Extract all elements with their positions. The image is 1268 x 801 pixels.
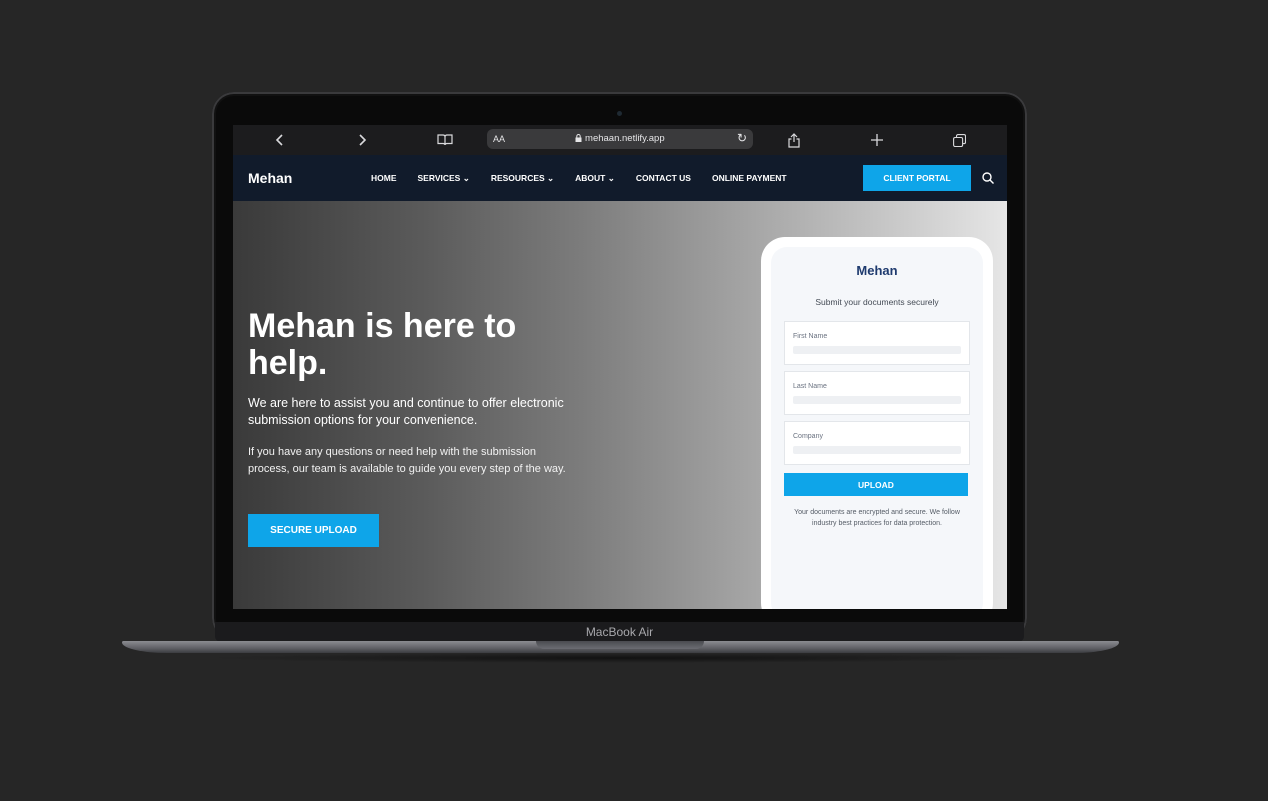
url-text: mehaan.netlify.app — [585, 133, 665, 144]
first-name-label: First Name — [793, 333, 828, 340]
nav-item-home[interactable]: HOME — [371, 173, 397, 184]
secure-upload-button[interactable]: SECURE UPLOAD — [248, 514, 379, 547]
hero-help-text: If you have any questions or need help w… — [248, 446, 566, 475]
form-logo: Mehan — [856, 263, 898, 278]
company-label: Company — [793, 433, 823, 440]
phone-mockup: Mehan Submit your documents securely Fir… — [761, 237, 993, 609]
nav-item-services[interactable]: SERVICES ⌄ — [418, 173, 470, 184]
nav-item-contact[interactable]: CONTACT US — [636, 173, 691, 184]
company-input[interactable] — [793, 446, 961, 454]
hero-title: Mehan is here to help. — [248, 307, 517, 382]
plus-icon[interactable] — [869, 130, 885, 150]
nav-menu: HOME SERVICES ⌄ RESOURCES ⌄ ABOUT ⌄ CONT… — [371, 173, 808, 184]
chevron-right-icon[interactable] — [355, 130, 369, 150]
security-note: Your documents are encrypted and secure.… — [794, 509, 960, 527]
form-subtitle: Submit your documents securely — [815, 297, 939, 307]
first-name-input[interactable] — [793, 346, 961, 354]
nav-item-online-payment[interactable]: ONLINE PAYMENT — [712, 173, 787, 184]
first-name-field[interactable]: First Name — [784, 321, 970, 365]
upload-button[interactable]: UPLOAD — [784, 473, 968, 496]
laptop-model-label: MacBook Air — [585, 625, 654, 639]
book-icon[interactable] — [436, 130, 454, 150]
tabs-icon[interactable] — [951, 130, 967, 150]
site-navbar: Mehan HOME SERVICES ⌄ RESOURCES ⌄ ABOUT … — [233, 155, 1007, 201]
nav-item-about[interactable]: ABOUT ⌄ — [575, 173, 615, 184]
reload-icon[interactable]: ↻ — [737, 131, 747, 145]
last-name-input[interactable] — [793, 396, 961, 404]
site-logo[interactable]: Mehan — [248, 170, 292, 186]
company-field[interactable]: Company — [784, 421, 970, 465]
laptop-shadow — [200, 653, 1040, 663]
search-icon[interactable] — [981, 171, 995, 185]
url-display: mehaan.netlify.app — [487, 133, 753, 144]
client-portal-button[interactable]: CLIENT PORTAL — [863, 165, 971, 191]
hero-intro-text: We are here to assist you and continue t… — [248, 396, 564, 427]
last-name-field[interactable]: Last Name — [784, 371, 970, 415]
screen: AA mehaan.netlify.app ↻ Mehan HOME SERVI… — [233, 125, 1007, 609]
chevron-left-icon[interactable] — [273, 130, 287, 150]
camera-icon — [617, 111, 622, 116]
hero-section: Mehan is here to help. We are here to as… — [233, 201, 1007, 609]
laptop-notch — [536, 641, 704, 649]
lock-icon — [575, 133, 585, 144]
upload-form-card: Mehan Submit your documents securely Fir… — [771, 247, 983, 609]
address-bar[interactable]: AA mehaan.netlify.app ↻ — [487, 129, 753, 149]
browser-toolbar: AA mehaan.netlify.app ↻ — [233, 125, 1007, 155]
nav-item-resources[interactable]: RESOURCES ⌄ — [491, 173, 554, 184]
last-name-label: Last Name — [793, 383, 827, 390]
share-icon[interactable] — [786, 130, 802, 150]
